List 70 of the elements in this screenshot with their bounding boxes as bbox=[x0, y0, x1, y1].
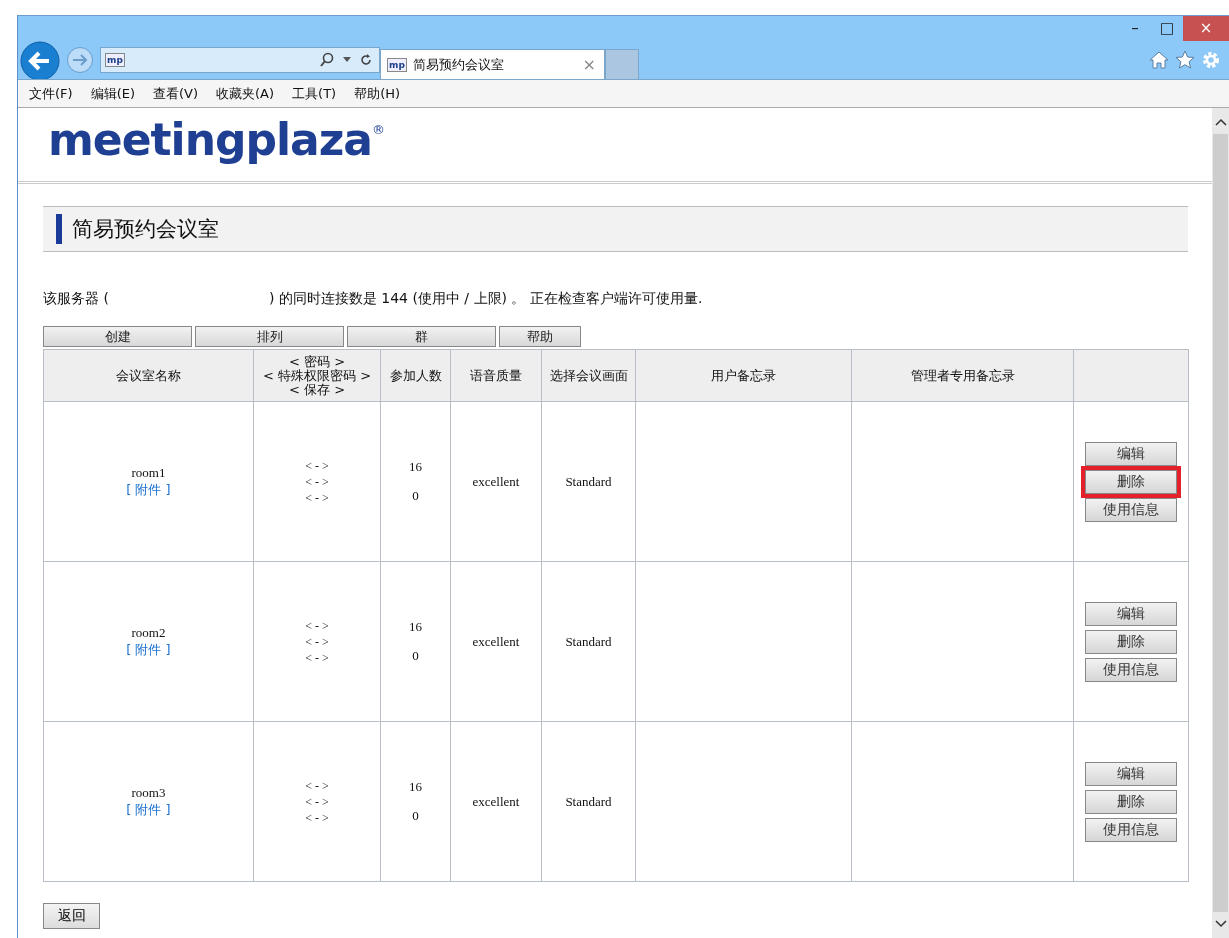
room-name: room1 bbox=[131, 464, 166, 480]
status-text: 该服务器 ( bbox=[43, 290, 109, 308]
menu-item[interactable]: 查看(V) bbox=[153, 84, 199, 103]
participant-count: 16 bbox=[409, 619, 422, 635]
column-header: 用户备忘录 bbox=[711, 367, 776, 383]
row-action-button[interactable]: 删除 bbox=[1085, 789, 1177, 814]
scroll-down-icon[interactable] bbox=[1214, 920, 1227, 928]
screen-layout: Standard bbox=[565, 633, 612, 649]
screen-layout: Standard bbox=[565, 473, 612, 489]
menu-item[interactable]: 工具(T) bbox=[292, 84, 337, 103]
attachment-link[interactable]: [ 附件 ] bbox=[126, 641, 171, 657]
column-header: 管理者专用备忘录 bbox=[910, 367, 1015, 383]
attachment-link[interactable]: [ 附件 ] bbox=[126, 801, 171, 817]
tab-close-button[interactable]: × bbox=[582, 55, 596, 74]
room-name: room2 bbox=[131, 624, 166, 640]
participant-count: 16 bbox=[409, 779, 422, 795]
column-header: 会议室名称 bbox=[116, 367, 181, 383]
status-text: ) 的同时连接数是 144 (使用中 / 上限) 。 正在检查客户端许可使用量. bbox=[268, 290, 703, 308]
participant-count: 0 bbox=[412, 648, 419, 664]
row-action-button[interactable]: 使用信息 bbox=[1085, 657, 1177, 682]
row-action-button[interactable]: 编辑 bbox=[1085, 441, 1177, 466]
room-name: room3 bbox=[131, 784, 166, 800]
star-icon[interactable] bbox=[1175, 50, 1195, 70]
voice-quality: excellent bbox=[472, 473, 520, 489]
logo: meetingplaza bbox=[48, 113, 373, 167]
menu-item[interactable]: 帮助(H) bbox=[354, 84, 401, 103]
participant-count: 0 bbox=[412, 488, 419, 504]
title-accent-bar bbox=[56, 214, 62, 244]
row-action-button[interactable]: 删除 bbox=[1085, 629, 1177, 654]
password-placeholders: < - > < - > < - > bbox=[305, 458, 329, 505]
toolbar-button[interactable]: 帮助 bbox=[499, 326, 581, 347]
toolbar-button[interactable]: 排列 bbox=[195, 326, 344, 347]
column-header: 选择会议画面 bbox=[549, 367, 628, 383]
participant-count: 0 bbox=[412, 808, 419, 824]
row-action-button[interactable]: 编辑 bbox=[1085, 601, 1177, 626]
screen-layout: Standard bbox=[565, 793, 612, 809]
row-action-button[interactable]: 使用信息 bbox=[1085, 817, 1177, 842]
column-header: 参加人数 bbox=[389, 367, 442, 383]
dropdown-caret-icon[interactable] bbox=[343, 57, 351, 63]
column-header: 语音质量 bbox=[470, 367, 522, 383]
scroll-up-icon[interactable] bbox=[1214, 118, 1227, 126]
menu-item[interactable]: 收藏夹(A) bbox=[216, 84, 275, 103]
toolbar-button[interactable]: 群 bbox=[347, 326, 496, 347]
minimize-button[interactable]: – bbox=[1119, 16, 1151, 41]
site-favicon: mp bbox=[105, 53, 125, 67]
tab-title: 简易预约会议室 bbox=[412, 55, 505, 74]
page-title: 简易预约会议室 bbox=[72, 216, 219, 243]
menu-item[interactable]: 编辑(E) bbox=[90, 84, 135, 103]
menu-item[interactable]: 文件(F) bbox=[29, 84, 73, 103]
address-field[interactable]: mp bbox=[100, 47, 380, 73]
registered-mark: ® bbox=[372, 122, 386, 137]
attachment-link[interactable]: [ 附件 ] bbox=[126, 481, 171, 497]
password-placeholders: < - > < - > < - > bbox=[305, 778, 329, 825]
back-button[interactable]: 返回 bbox=[43, 903, 100, 929]
close-button[interactable]: × bbox=[1183, 16, 1229, 41]
row-action-button[interactable]: 使用信息 bbox=[1085, 497, 1177, 522]
site-favicon: mp bbox=[387, 57, 407, 72]
participant-count: 16 bbox=[409, 459, 422, 475]
home-icon[interactable] bbox=[1149, 50, 1169, 70]
scrollbar[interactable] bbox=[1212, 108, 1229, 938]
voice-quality: excellent bbox=[472, 793, 520, 809]
voice-quality: excellent bbox=[472, 633, 520, 649]
refresh-icon[interactable] bbox=[359, 53, 373, 67]
row-action-button[interactable]: 编辑 bbox=[1085, 761, 1177, 786]
browser-tab[interactable]: mp 简易预约会议室 × bbox=[380, 49, 605, 79]
column-header: < 密码 > < 特殊权限密码 > < 保存 > bbox=[262, 353, 372, 397]
maximize-button[interactable]: □ bbox=[1151, 16, 1183, 41]
toolbar-button[interactable]: 创建 bbox=[43, 326, 192, 347]
password-placeholders: < - > < - > < - > bbox=[305, 618, 329, 665]
search-icon[interactable] bbox=[319, 52, 335, 68]
